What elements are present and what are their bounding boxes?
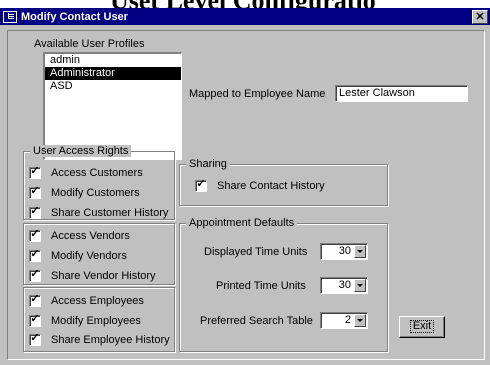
list-item[interactable]: Administrator <box>45 67 181 80</box>
select-value: 2 <box>344 314 351 326</box>
profiles-label: Available User Profiles <box>34 38 145 50</box>
select-value: 30 <box>338 279 351 291</box>
preferred-search-table-select[interactable]: 2 <box>320 312 368 329</box>
access-employees-checkbox[interactable]: ✓ Access Employees <box>29 293 144 307</box>
displayed-time-units-label: Displayed Time Units <box>204 246 308 258</box>
printed-time-units-label: Printed Time Units <box>216 280 306 292</box>
checkmark-icon: ✓ <box>30 293 40 305</box>
modify-customers-checkbox[interactable]: ✓ Modify Customers <box>29 185 140 199</box>
share-customer-history-checkbox[interactable]: ✓ Share Customer History <box>29 205 169 219</box>
modify-employees-checkbox[interactable]: ✓ Modify Employees <box>29 313 141 327</box>
select-value: 30 <box>338 245 351 257</box>
checkbox-label: Access Customers <box>51 167 143 179</box>
share-employee-history-checkbox[interactable]: ✓ Share Employee History <box>29 332 170 346</box>
checkmark-icon: ✓ <box>30 313 40 325</box>
checkbox-label: Modify Employees <box>51 315 141 327</box>
checkbox-label: Access Employees <box>51 295 144 307</box>
user-profiles-listbox[interactable]: admin Administrator ASD <box>43 52 182 160</box>
share-contact-history-checkbox[interactable]: ✓ Share Contact History <box>195 178 325 192</box>
preferred-search-table-label: Preferred Search Table <box>200 315 313 327</box>
checkmark-icon: ✓ <box>196 178 206 190</box>
checkmark-icon: ✓ <box>30 185 40 197</box>
checkbox-label: Modify Customers <box>51 187 140 199</box>
share-vendor-history-checkbox[interactable]: ✓ Share Vendor History <box>29 268 156 282</box>
displayed-time-units-select[interactable]: 30 <box>320 243 368 260</box>
chevron-down-icon[interactable] <box>354 279 366 292</box>
checkbox-label: Share Employee History <box>51 334 170 346</box>
checkbox-label: Share Customer History <box>51 207 169 219</box>
printed-time-units-select[interactable]: 30 <box>320 277 368 294</box>
access-customers-checkbox[interactable]: ✓ Access Customers <box>29 165 143 179</box>
checkbox-label: Share Vendor History <box>51 270 156 282</box>
exit-button-label: Exit <box>409 320 435 333</box>
chevron-down-icon[interactable] <box>354 314 366 327</box>
list-item[interactable]: ASD <box>45 80 181 93</box>
window-title: Modify Contact User <box>21 10 128 23</box>
customer-rights-group: User Access Rights ✓ Access Customers ✓ … <box>23 145 175 220</box>
chevron-down-icon[interactable] <box>354 245 366 258</box>
checkbox-label: Modify Vendors <box>51 250 127 262</box>
form-icon <box>3 10 17 23</box>
access-vendors-checkbox[interactable]: ✓ Access Vendors <box>29 228 130 242</box>
appointment-defaults-group: Appointment Defaults Displayed Time Unit… <box>179 217 388 352</box>
checkmark-icon: ✓ <box>30 205 40 217</box>
exit-button[interactable]: Exit <box>399 316 445 338</box>
checkmark-icon: ✓ <box>30 268 40 280</box>
window-titlebar[interactable]: Modify Contact User ✕ <box>0 8 490 25</box>
sharing-group: Sharing ✓ Share Contact History <box>179 158 388 206</box>
list-item[interactable]: admin <box>45 54 181 67</box>
mapped-employee-label: Mapped to Employee Name <box>189 88 326 100</box>
modify-vendors-checkbox[interactable]: ✓ Modify Vendors <box>29 248 127 262</box>
vendor-rights-group: ✓ Access Vendors ✓ Modify Vendors ✓ Shar… <box>23 223 175 285</box>
employee-name-field[interactable]: Lester Clawson <box>335 85 468 102</box>
access-rights-legend: User Access Rights <box>30 145 132 157</box>
appointment-defaults-legend: Appointment Defaults <box>186 217 298 229</box>
checkmark-icon: ✓ <box>30 248 40 260</box>
sharing-legend: Sharing <box>186 158 230 170</box>
dialog-body: Available User Profiles admin Administra… <box>0 25 490 365</box>
inner-panel: Available User Profiles admin Administra… <box>7 30 485 360</box>
checkmark-icon: ✓ <box>30 332 40 344</box>
employee-rights-group: ✓ Access Employees ✓ Modify Employees ✓ … <box>23 287 175 352</box>
checkmark-icon: ✓ <box>30 165 40 177</box>
checkmark-icon: ✓ <box>30 228 40 240</box>
close-button[interactable]: ✕ <box>472 9 488 24</box>
checkbox-label: Access Vendors <box>51 230 130 242</box>
checkbox-label: Share Contact History <box>217 180 325 192</box>
